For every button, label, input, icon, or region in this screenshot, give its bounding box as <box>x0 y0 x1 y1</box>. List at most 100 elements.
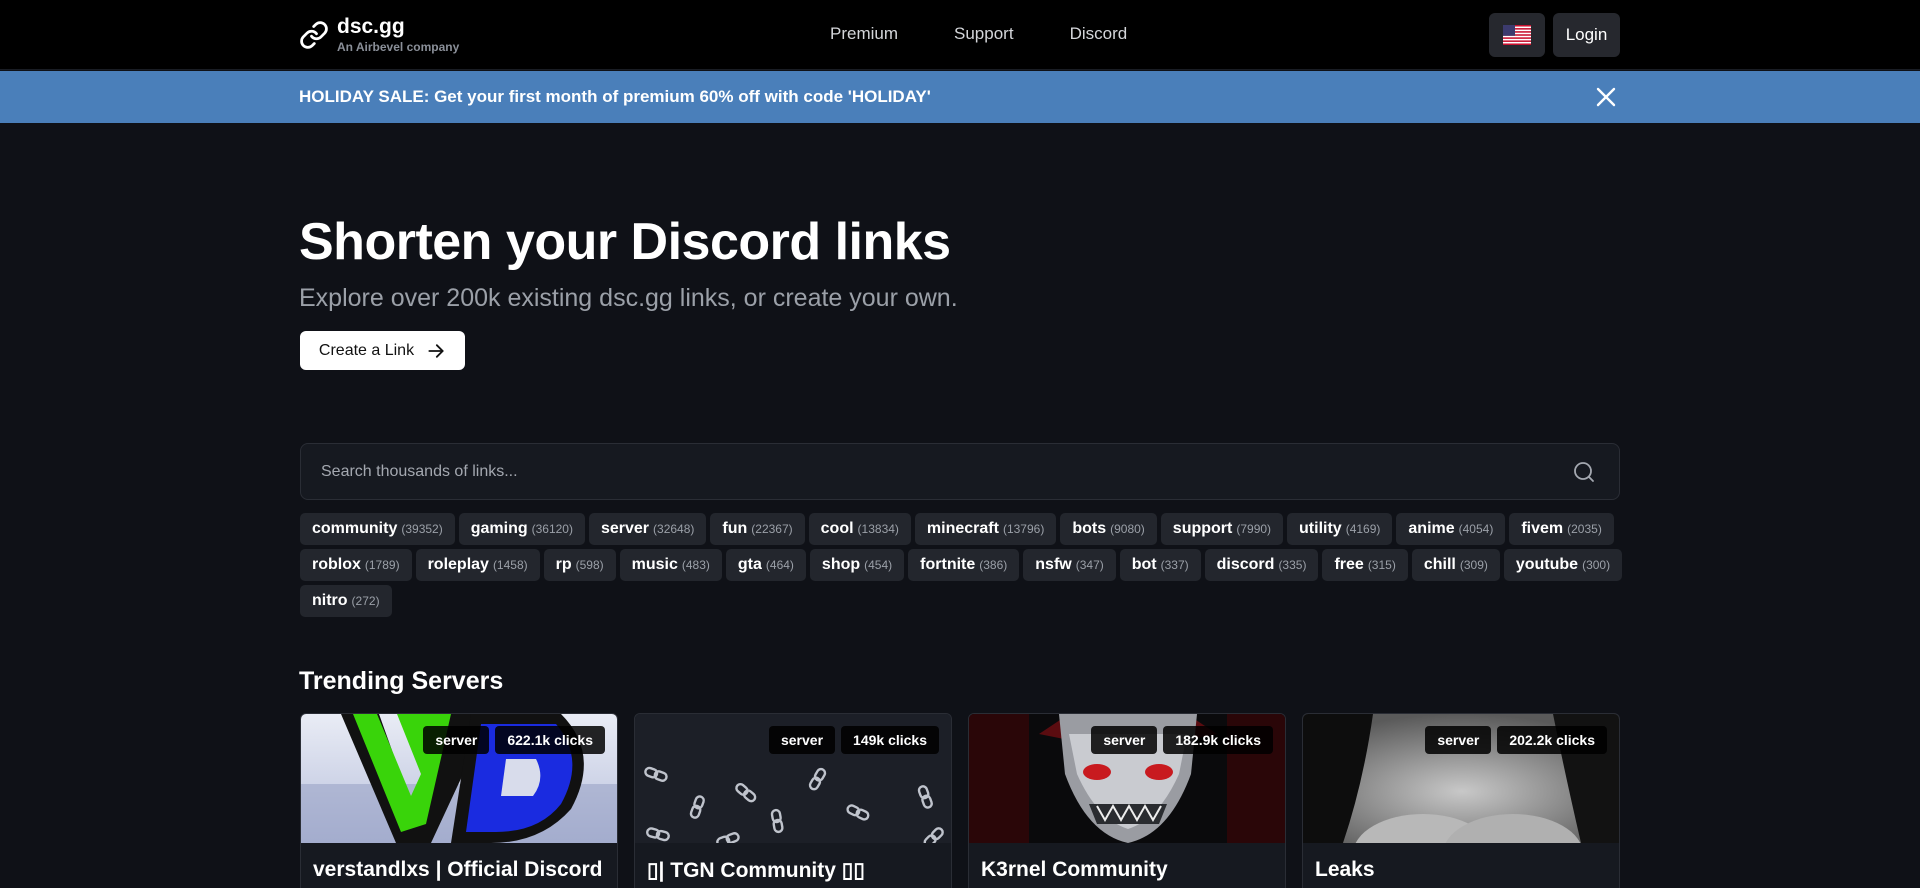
tag-count: (2035) <box>1567 522 1602 536</box>
tag-name: gaming <box>470 520 528 537</box>
search-icon[interactable] <box>1572 460 1596 484</box>
tag-chip[interactable]: roleplay (1458) <box>415 549 540 581</box>
brand-text: dsc.gg An Airbevel company <box>337 15 459 54</box>
tag-chip[interactable]: bots (9080) <box>1060 513 1157 545</box>
tag-chip[interactable]: fortnite (386) <box>908 549 1020 581</box>
server-card[interactable]: server 149k clicks ▯| TGN Community ▯▯ <box>634 713 952 888</box>
card-badges: server 202.2k clicks <box>1425 726 1607 754</box>
tag-name: community <box>312 520 398 537</box>
search-input[interactable] <box>321 444 1561 499</box>
server-card[interactable]: server 622.1k clicks verstandlxs | Offic… <box>300 713 618 888</box>
tag-name: fun <box>722 520 748 537</box>
tag-count: (598) <box>575 558 604 572</box>
tag-chip[interactable]: rp (598) <box>543 549 616 581</box>
tag-name: utility <box>1299 520 1342 537</box>
tag-count: (483) <box>681 558 710 572</box>
language-selector-button[interactable] <box>1489 13 1545 57</box>
tag-name: server <box>600 520 650 537</box>
us-flag-icon <box>1503 25 1531 45</box>
tag-count: (39352) <box>401 522 443 536</box>
clicks-badge: 149k clicks <box>841 726 939 754</box>
tag-name: bot <box>1131 556 1157 573</box>
holiday-sale-banner: HOLIDAY SALE: Get your first month of pr… <box>0 71 1920 123</box>
nav-link-premium[interactable]: Premium <box>830 24 898 44</box>
brand-logo[interactable]: dsc.gg An Airbevel company <box>299 15 459 54</box>
tag-chip[interactable]: support (7990) <box>1160 513 1284 545</box>
tag-chip[interactable]: discord (335) <box>1204 549 1319 581</box>
tag-chip[interactable]: shop (454) <box>809 549 905 581</box>
type-badge: server <box>768 726 836 754</box>
card-badges: server 182.9k clicks <box>1091 726 1273 754</box>
tag-count: (464) <box>765 558 794 572</box>
tag-count: (13834) <box>857 522 899 536</box>
tag-count: (272) <box>351 594 380 608</box>
tag-name: anime <box>1408 520 1455 537</box>
tag-chip[interactable]: community (39352) <box>300 513 455 545</box>
clicks-badge: 202.2k clicks <box>1497 726 1607 754</box>
nav-link-support[interactable]: Support <box>954 24 1014 44</box>
clicks-badge: 182.9k clicks <box>1163 726 1273 754</box>
tag-count: (13796) <box>1002 522 1045 536</box>
tag-count: (335) <box>1278 558 1307 572</box>
type-badge: server <box>1091 726 1158 754</box>
server-card[interactable]: server 182.9k clicks K3rnel Community <box>968 713 1286 888</box>
tag-count: (1458) <box>492 558 528 572</box>
tag-name: fivem <box>1521 520 1564 537</box>
tag-name: nitro <box>312 592 348 609</box>
tag-name: gta <box>737 556 762 573</box>
tag-chip[interactable]: nitro (272) <box>300 585 392 617</box>
login-button[interactable]: Login <box>1553 13 1620 57</box>
tag-count: (36120) <box>531 522 573 536</box>
tag-name: support <box>1172 520 1233 537</box>
tag-chip[interactable]: minecraft (13796) <box>914 513 1057 545</box>
tag-count: (309) <box>1459 558 1488 572</box>
tag-name: minecraft <box>926 520 999 537</box>
page-title: Shorten your Discord links <box>299 213 951 271</box>
tag-chip[interactable]: anime (4054) <box>1396 513 1506 545</box>
tag-count: (22367) <box>751 522 793 536</box>
tag-chip[interactable]: music (483) <box>619 549 722 581</box>
tag-chip[interactable]: nsfw (347) <box>1023 549 1116 581</box>
tag-chip[interactable]: server (32648) <box>588 513 707 545</box>
tag-name: nsfw <box>1035 556 1072 573</box>
tag-count: (300) <box>1582 558 1611 572</box>
link-icon <box>300 20 328 49</box>
tag-name: cool <box>820 520 854 537</box>
server-card[interactable]: server 202.2k clicks Leaks <box>1302 713 1620 888</box>
tag-name: roblox <box>312 556 361 573</box>
tag-count: (7990) <box>1236 522 1272 536</box>
tag-name: bots <box>1072 520 1107 537</box>
tag-chip[interactable]: free (315) <box>1322 549 1408 581</box>
tag-list: community (39352) gaming (36120) server (32… <box>300 513 1625 617</box>
tag-chip[interactable]: bot (337) <box>1119 549 1201 581</box>
tag-count: (4169) <box>1345 522 1381 536</box>
create-link-button[interactable]: Create a Link <box>300 331 465 370</box>
tag-name: shop <box>821 556 861 573</box>
tag-chip[interactable]: utility (4169) <box>1287 513 1393 545</box>
tag-chip[interactable]: gta (464) <box>725 549 806 581</box>
tag-chip[interactable]: fun (22367) <box>710 513 805 545</box>
close-icon[interactable] <box>1594 85 1618 109</box>
tag-chip[interactable]: gaming (36120) <box>458 513 585 545</box>
clicks-badge: 622.1k clicks <box>495 726 605 754</box>
search-box <box>300 443 1620 500</box>
tag-name: rp <box>555 556 572 573</box>
nav-link-discord[interactable]: Discord <box>1070 24 1128 44</box>
create-link-label: Create a Link <box>318 341 415 359</box>
tag-name: chill <box>1423 556 1456 573</box>
tag-chip[interactable]: chill (309) <box>1411 549 1500 581</box>
tag-chip[interactable]: youtube (300) <box>1503 549 1623 581</box>
tag-count: (347) <box>1075 558 1104 572</box>
tag-chip[interactable]: fivem (2035) <box>1509 513 1614 545</box>
tag-name: youtube <box>1515 556 1579 573</box>
tag-count: (9080) <box>1110 522 1145 536</box>
tag-name: discord <box>1216 556 1275 573</box>
tag-count: (1789) <box>364 558 400 572</box>
top-navbar: dsc.gg An Airbevel company Premium Suppo… <box>0 0 1920 70</box>
banner-text: HOLIDAY SALE: Get your first month of pr… <box>299 87 931 106</box>
type-badge: server <box>423 726 490 754</box>
brand-tagline: An Airbevel company <box>337 40 460 54</box>
tag-chip[interactable]: cool (13834) <box>808 513 911 545</box>
tag-chip[interactable]: roblox (1789) <box>300 549 412 581</box>
tag-name: music <box>631 556 678 573</box>
